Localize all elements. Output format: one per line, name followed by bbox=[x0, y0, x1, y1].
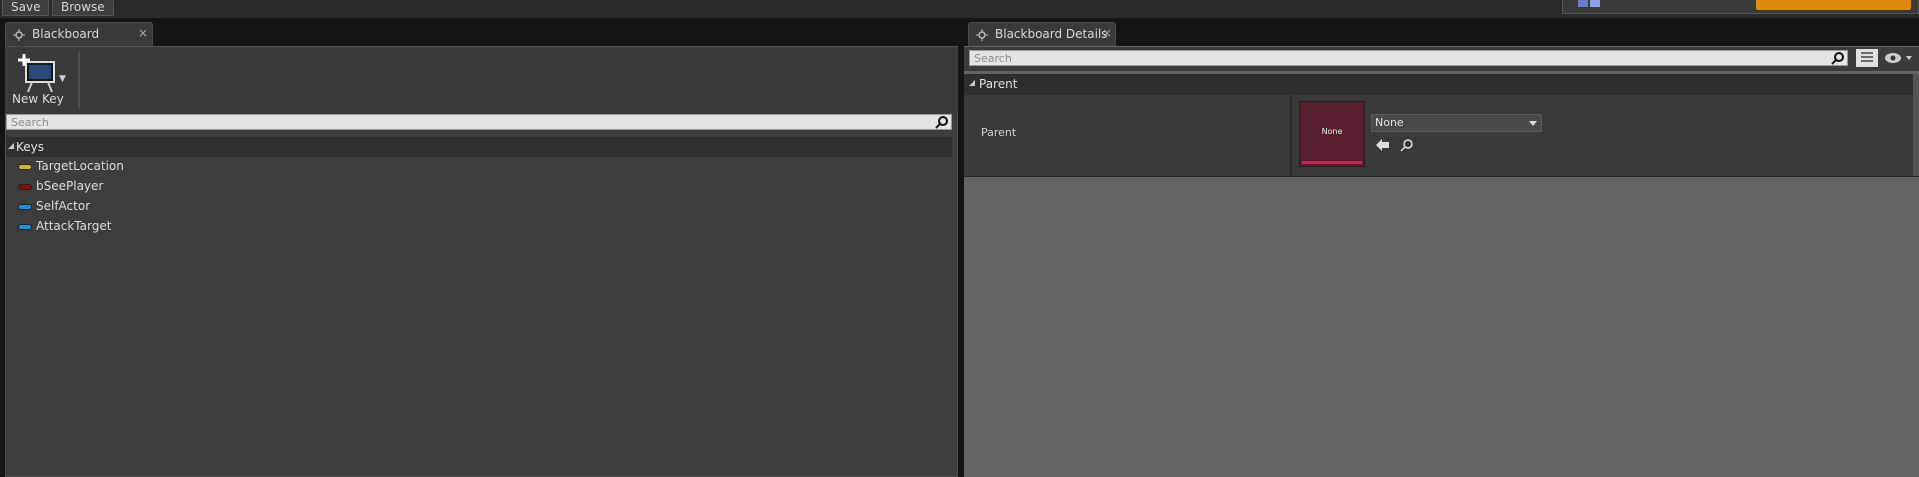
key-row[interactable]: TargetLocation bbox=[6, 158, 952, 178]
bool-key-icon bbox=[18, 184, 32, 190]
key-label: TargetLocation bbox=[36, 159, 124, 173]
asset-type-bar bbox=[1302, 161, 1362, 164]
list-view-icon[interactable] bbox=[1856, 49, 1878, 67]
parent-property-row bbox=[964, 95, 1919, 177]
object-key-icon bbox=[18, 224, 32, 230]
tab-blackboard-close-icon[interactable]: × bbox=[138, 26, 148, 40]
tab-blackboard-label: Blackboard bbox=[32, 27, 100, 41]
details-search-input[interactable] bbox=[970, 51, 1768, 66]
tab-details-icon bbox=[976, 29, 988, 41]
search-icon bbox=[1831, 52, 1844, 65]
details-scrollbar[interactable] bbox=[1913, 74, 1919, 176]
browse-button[interactable]: Browse bbox=[52, 0, 114, 16]
new-key-icon[interactable] bbox=[18, 54, 58, 94]
blackboard-search-field[interactable] bbox=[6, 114, 952, 130]
new-key-button-label[interactable]: New Key bbox=[12, 92, 64, 106]
browse-magnifier-icon[interactable] bbox=[1400, 138, 1414, 152]
tab-details-close-icon[interactable]: × bbox=[1102, 26, 1112, 40]
parent-section-title: Parent bbox=[979, 77, 1018, 91]
blackboard-toolbar bbox=[5, 47, 958, 113]
parent-property-label: Parent bbox=[981, 126, 1017, 139]
eye-icon[interactable] bbox=[1884, 52, 1914, 64]
save-button[interactable]: Save bbox=[2, 0, 50, 16]
parent-section-header[interactable]: Parent bbox=[964, 74, 1919, 95]
collapse-triangle-icon[interactable] bbox=[8, 143, 14, 149]
collapse-triangle-icon[interactable] bbox=[969, 80, 975, 86]
new-key-dropdown-icon[interactable]: ▼ bbox=[59, 74, 66, 84]
toolbar-separator bbox=[78, 52, 80, 108]
key-row[interactable]: AttackTarget bbox=[6, 218, 952, 238]
toolbar-window-icon[interactable] bbox=[1576, 0, 1610, 8]
key-label: SelfActor bbox=[36, 199, 91, 213]
chevron-down-icon bbox=[1529, 121, 1537, 126]
use-selected-arrow-icon[interactable] bbox=[1376, 139, 1390, 151]
vector-key-icon bbox=[18, 164, 32, 170]
key-row[interactable]: SelfActor bbox=[6, 198, 952, 218]
blackboard-search-input[interactable] bbox=[7, 115, 865, 130]
details-search-field[interactable] bbox=[969, 50, 1848, 66]
keys-section-header[interactable]: Keys bbox=[6, 137, 952, 157]
key-label: bSeePlayer bbox=[36, 179, 104, 193]
asset-thumbnail-text: None bbox=[1321, 127, 1343, 136]
tab-blackboard-details[interactable]: Blackboard Details × bbox=[968, 22, 1116, 46]
key-row[interactable]: bSeePlayer bbox=[6, 178, 952, 198]
asset-thumbnail[interactable]: None bbox=[1299, 101, 1365, 167]
property-column-separator[interactable] bbox=[1290, 95, 1292, 176]
keys-section-title: Keys bbox=[16, 140, 45, 154]
play-button[interactable] bbox=[1756, 0, 1911, 10]
asset-picker-value: None bbox=[1375, 116, 1404, 129]
object-key-icon bbox=[18, 204, 32, 210]
tab-details-label: Blackboard Details bbox=[995, 27, 1108, 41]
tab-blackboard-icon bbox=[13, 29, 25, 41]
search-icon bbox=[935, 116, 948, 129]
key-label: AttackTarget bbox=[36, 219, 112, 233]
tab-blackboard[interactable]: Blackboard × bbox=[5, 22, 153, 46]
asset-picker-combo[interactable]: None bbox=[1371, 114, 1542, 132]
